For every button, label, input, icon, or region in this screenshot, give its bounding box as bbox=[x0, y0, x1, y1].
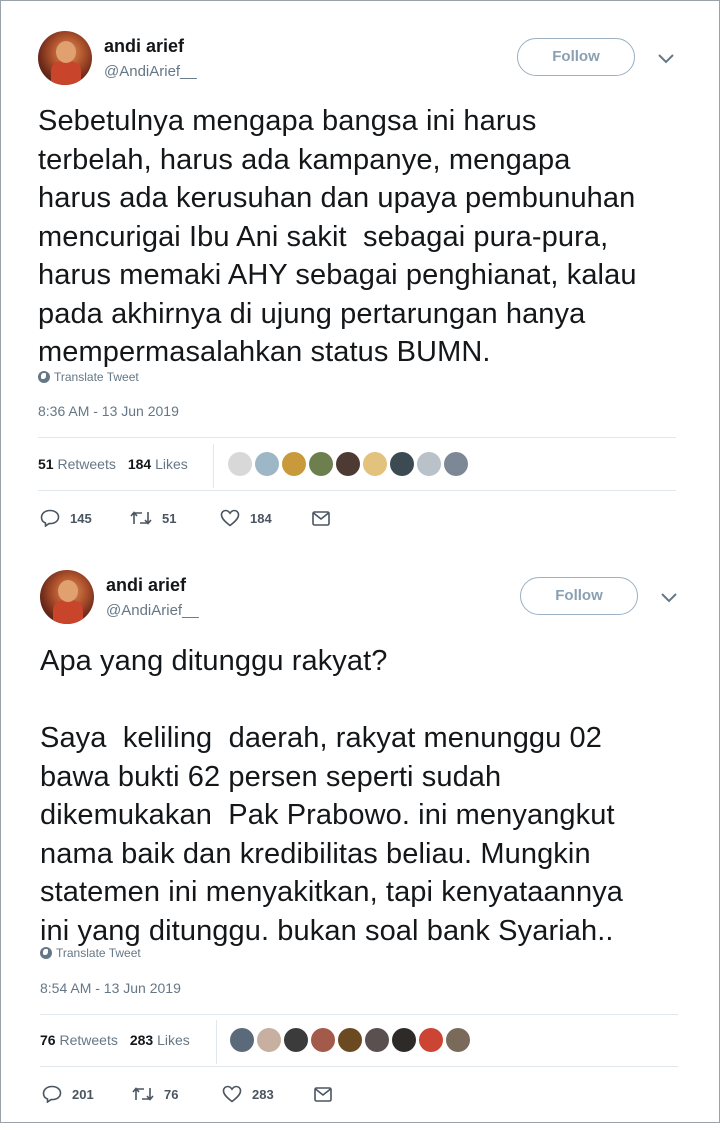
engagement-stats: 76 Retweets 283 Likes bbox=[40, 1032, 190, 1048]
retweet-stat[interactable]: 76 Retweets bbox=[40, 1032, 118, 1048]
liker-avatars bbox=[230, 1028, 470, 1052]
translate-tweet-link[interactable]: Translate Tweet bbox=[40, 946, 141, 960]
direct-message-button[interactable] bbox=[314, 1086, 332, 1102]
divider bbox=[40, 1014, 678, 1015]
retweet-count: 76 bbox=[164, 1086, 179, 1102]
tweet-text: Apa yang ditunggu rakyat? Saya keliling … bbox=[40, 645, 624, 947]
liker-avatar[interactable] bbox=[284, 1028, 308, 1052]
follow-button[interactable]: Follow bbox=[520, 577, 638, 615]
divider bbox=[216, 1020, 217, 1064]
tweet-actions: 201 76 283 bbox=[42, 1085, 332, 1103]
liker-avatar[interactable] bbox=[257, 1028, 281, 1052]
chevron-down-icon[interactable] bbox=[660, 592, 678, 604]
like-count: 283 bbox=[252, 1086, 274, 1102]
liker-avatar[interactable] bbox=[338, 1028, 362, 1052]
liker-avatar[interactable] bbox=[419, 1028, 443, 1052]
liker-avatar[interactable] bbox=[392, 1028, 416, 1052]
retweet-icon bbox=[132, 1087, 154, 1101]
retweet-label: Retweets bbox=[59, 1032, 118, 1048]
liker-avatar[interactable] bbox=[230, 1028, 254, 1052]
author-name[interactable]: andi arief bbox=[106, 575, 186, 596]
liker-avatar[interactable] bbox=[311, 1028, 335, 1052]
author-handle[interactable]: @AndiArief__ bbox=[106, 602, 199, 619]
like-button[interactable]: 283 bbox=[222, 1085, 314, 1103]
like-stat[interactable]: 283 Likes bbox=[130, 1032, 190, 1048]
retweet-button[interactable]: 76 bbox=[132, 1086, 222, 1102]
heart-icon bbox=[222, 1085, 242, 1103]
envelope-icon bbox=[314, 1086, 332, 1102]
divider bbox=[40, 1066, 678, 1067]
reply-button[interactable]: 201 bbox=[42, 1085, 132, 1103]
reply-icon bbox=[42, 1085, 62, 1103]
reply-count: 201 bbox=[72, 1086, 94, 1102]
translate-label: Translate Tweet bbox=[56, 946, 141, 960]
liker-avatar[interactable] bbox=[365, 1028, 389, 1052]
like-count: 283 bbox=[129, 1032, 154, 1048]
liker-avatar[interactable] bbox=[446, 1028, 470, 1052]
timestamp[interactable]: 8:54 AM - 13 Jun 2019 bbox=[40, 980, 181, 996]
retweet-count: 76 bbox=[40, 1032, 56, 1048]
like-label: Likes bbox=[157, 1032, 190, 1048]
avatar[interactable] bbox=[40, 570, 94, 624]
globe-icon bbox=[40, 947, 52, 959]
tweet: andi arief @AndiArief__ Follow Apa yang … bbox=[0, 0, 720, 1123]
